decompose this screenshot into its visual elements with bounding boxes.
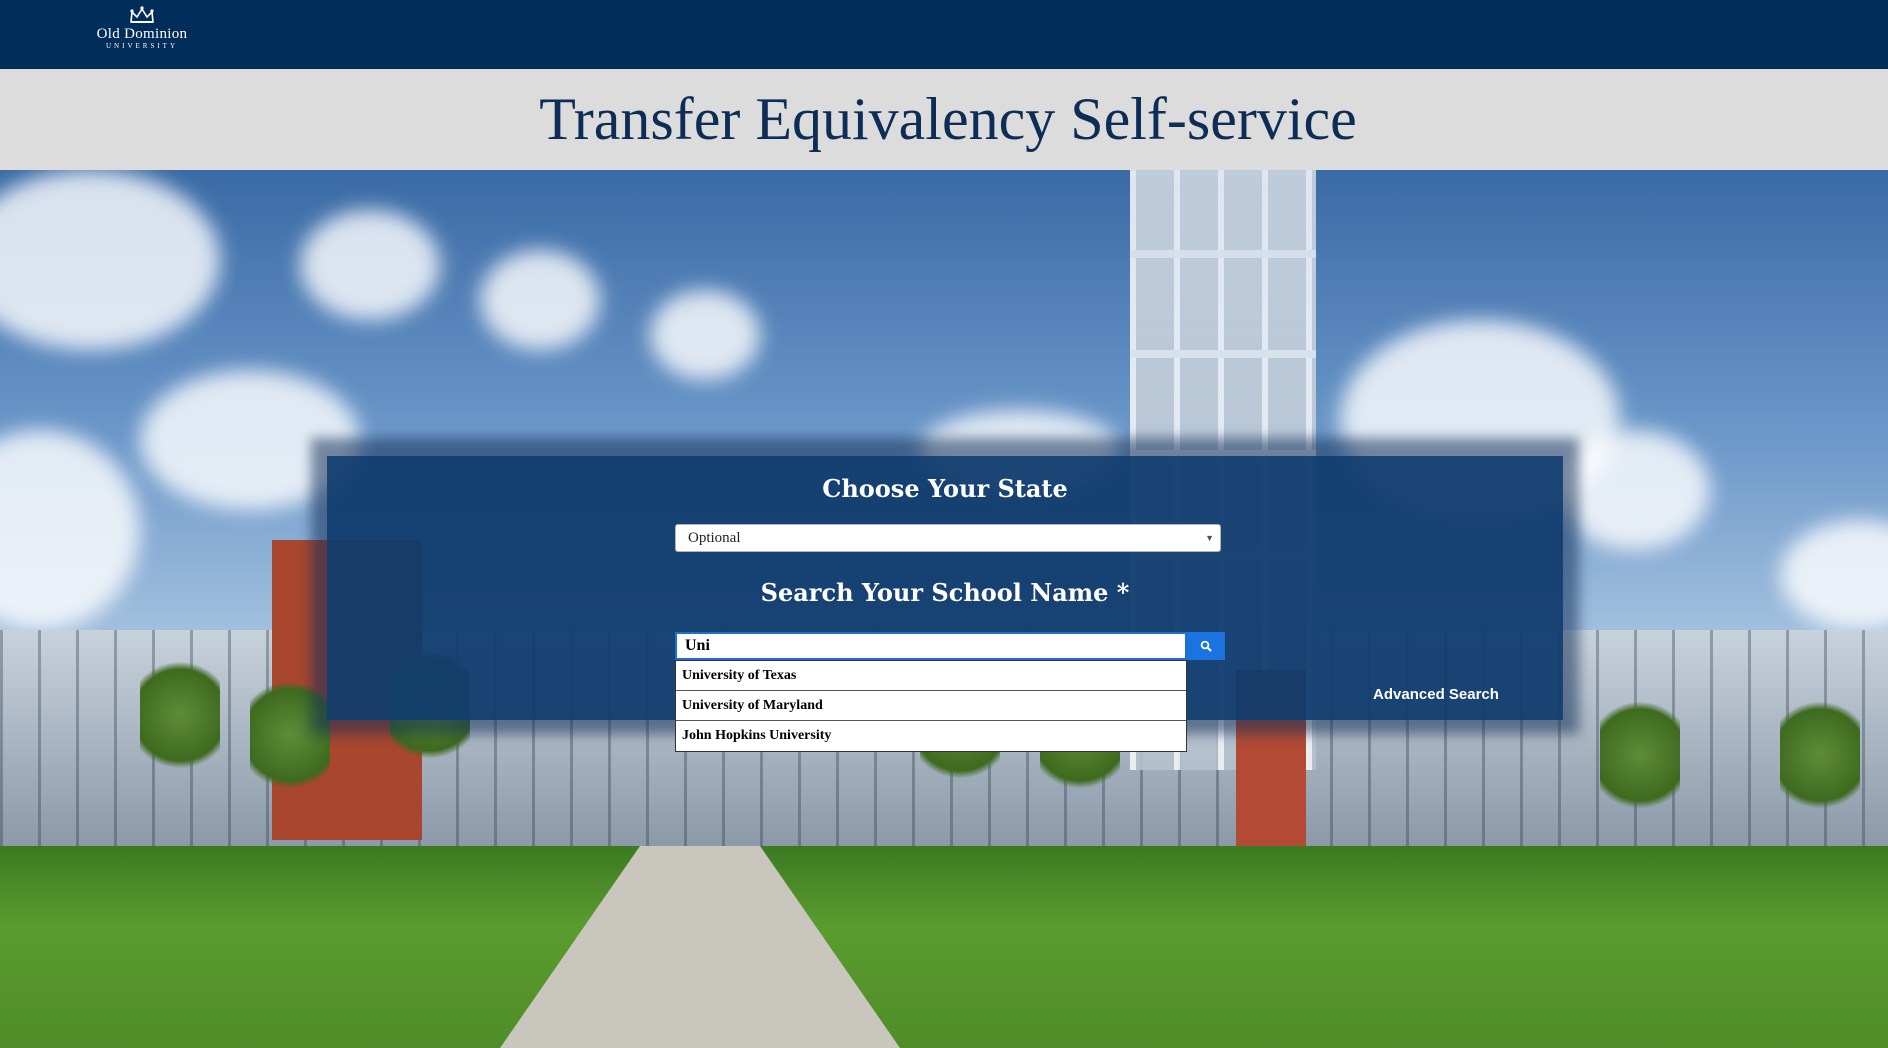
suggestion-item[interactable]: University of Maryland	[676, 691, 1186, 721]
search-icon	[1200, 640, 1212, 652]
autocomplete-dropdown: University of Texas University of Maryla…	[675, 660, 1187, 752]
advanced-search-link[interactable]: Advanced Search	[1357, 686, 1515, 703]
school-search-input[interactable]	[675, 632, 1187, 660]
crown-icon	[130, 6, 154, 23]
caret-down-icon: ▼	[1205, 533, 1214, 543]
university-logo[interactable]: Old Dominion UNIVERSITY	[84, 6, 200, 56]
state-select-value: Optional	[688, 530, 741, 546]
state-heading: Choose Your State	[822, 474, 1068, 503]
top-nav-bar: Old Dominion UNIVERSITY	[0, 0, 1888, 69]
page-title: Transfer Equivalency Self-service	[539, 86, 1357, 152]
suggestion-item[interactable]: John Hopkins University	[676, 721, 1186, 751]
state-select[interactable]: Optional ▼	[675, 524, 1221, 552]
suggestion-item[interactable]: University of Texas	[676, 661, 1186, 691]
search-button[interactable]	[1187, 632, 1225, 660]
school-heading: Search Your School Name *	[760, 578, 1130, 607]
title-band: Transfer Equivalency Self-service	[0, 69, 1888, 170]
logo-wordmark: Old Dominion	[96, 26, 188, 42]
logo-subtitle: UNIVERSITY	[106, 42, 178, 50]
